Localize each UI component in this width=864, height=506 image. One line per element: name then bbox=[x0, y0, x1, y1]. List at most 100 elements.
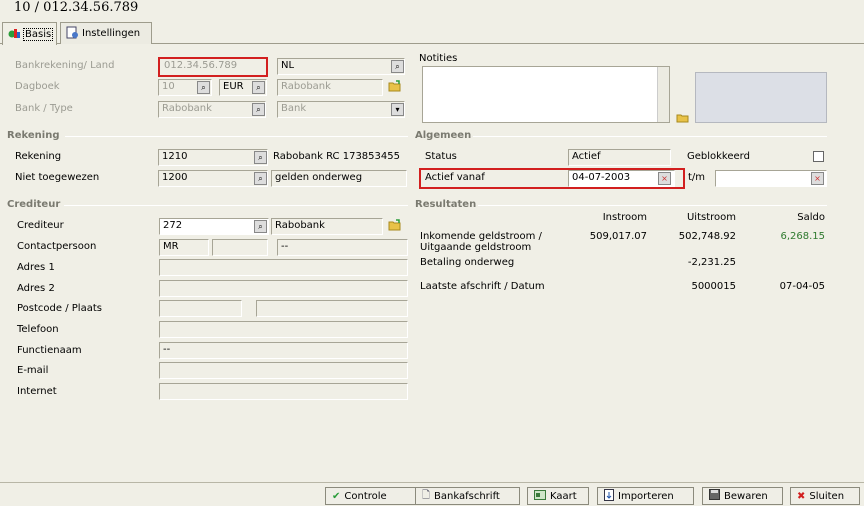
niet-toegewezen-lookup-icon[interactable]: ⌕ bbox=[254, 172, 267, 185]
status-label: Status bbox=[425, 151, 457, 162]
col-saldo-header: Saldo bbox=[797, 212, 825, 223]
crediteur-section-title: Crediteur bbox=[7, 199, 61, 210]
notities-label: Notities bbox=[419, 53, 458, 64]
contact-name-field[interactable]: -- bbox=[277, 239, 408, 256]
geblokkeerd-label: Geblokkeerd bbox=[687, 151, 750, 162]
bank-input[interactable]: Rabobank bbox=[158, 101, 266, 118]
notes-edit-icon[interactable] bbox=[676, 111, 690, 126]
row3-label: Laatste afschrift / Datum bbox=[420, 281, 545, 292]
plaats-field[interactable] bbox=[256, 300, 408, 317]
dagboek-lookup-icon[interactable]: ⌕ bbox=[197, 81, 210, 94]
bankrekening-input[interactable]: 012.34.56.789 bbox=[161, 59, 265, 76]
actief-vanaf-label: Actief vanaf bbox=[425, 172, 485, 183]
check-icon: ✔ bbox=[332, 490, 341, 502]
functienaam-field[interactable]: -- bbox=[159, 342, 408, 359]
telefoon-field[interactable] bbox=[159, 321, 408, 338]
close-icon: ✖ bbox=[797, 490, 806, 502]
crediteur-input[interactable]: 272 bbox=[159, 218, 269, 235]
chart-pie-icon bbox=[8, 27, 20, 42]
crediteur-name-field: Rabobank bbox=[271, 218, 383, 235]
adres1-field[interactable] bbox=[159, 259, 408, 276]
crediteur-divider bbox=[64, 205, 408, 206]
niet-toegewezen-desc: gelden onderweg bbox=[271, 170, 407, 187]
row3-saldo: 07-04-05 bbox=[779, 281, 825, 292]
adres2-field[interactable] bbox=[159, 280, 408, 297]
bank-type-label: Bank / Type bbox=[15, 103, 73, 114]
niet-toegewezen-label: Niet toegewezen bbox=[15, 172, 100, 183]
resultaten-section-title: Resultaten bbox=[415, 199, 477, 210]
bankafschrift-button-label: Bankafschrift bbox=[434, 490, 500, 502]
row1-saldo: 6,268.15 bbox=[780, 231, 825, 242]
bewaren-button[interactable]: Bewaren bbox=[702, 487, 783, 505]
row3-uitstroom: 5000015 bbox=[691, 281, 736, 292]
importeren-button[interactable]: Importeren bbox=[597, 487, 694, 505]
importeren-button-label: Importeren bbox=[618, 490, 674, 502]
sluiten-button-label: Sluiten bbox=[809, 490, 845, 502]
save-icon bbox=[709, 489, 720, 503]
status-field: Actief bbox=[568, 149, 671, 166]
land-lookup-icon[interactable]: ⌕ bbox=[391, 60, 404, 73]
chevron-down-icon[interactable]: ▾ bbox=[391, 103, 404, 116]
postcode-field[interactable] bbox=[159, 300, 242, 317]
internet-label: Internet bbox=[17, 386, 57, 397]
kaart-button-label: Kaart bbox=[550, 490, 577, 502]
land-input[interactable]: NL bbox=[277, 58, 405, 75]
dagboek-label: Dagboek bbox=[15, 81, 60, 92]
bank-lookup-icon[interactable]: ⌕ bbox=[252, 103, 265, 116]
contact-title-field[interactable]: MR bbox=[159, 239, 209, 256]
geblokkeerd-checkbox[interactable] bbox=[813, 151, 824, 162]
date-picker-icon[interactable]: × bbox=[658, 172, 671, 185]
bottom-divider bbox=[0, 482, 864, 483]
rekening-divider bbox=[65, 136, 408, 137]
postcode-label: Postcode / Plaats bbox=[17, 303, 102, 314]
tm-date-picker-icon[interactable]: × bbox=[811, 172, 824, 185]
type-select[interactable]: Bank bbox=[277, 101, 405, 118]
rekening-input[interactable]: 1210 bbox=[158, 149, 268, 166]
open-folder-icon[interactable] bbox=[388, 79, 402, 96]
tab-instellingen[interactable]: Instellingen bbox=[60, 22, 152, 44]
row1-uitstroom: 502,748.92 bbox=[678, 231, 736, 242]
row1-label-line1: Inkomende geldstroom / bbox=[420, 231, 542, 242]
rekening-label: Rekening bbox=[15, 151, 62, 162]
dagboek-name-field: Rabobank bbox=[277, 79, 383, 96]
crediteur-label: Crediteur bbox=[17, 220, 64, 231]
internet-field[interactable] bbox=[159, 383, 408, 400]
algemeen-section-title: Algemeen bbox=[415, 130, 472, 141]
row2-label: Betaling onderweg bbox=[420, 257, 515, 268]
row2-uitstroom: -2,231.25 bbox=[687, 257, 736, 268]
col-instroom-header: Instroom bbox=[602, 212, 647, 223]
telefoon-label: Telefoon bbox=[17, 324, 59, 335]
resultaten-divider bbox=[478, 205, 827, 206]
col-uitstroom-header: Uitstroom bbox=[686, 212, 736, 223]
bankafschrift-button[interactable]: 🗋 Bankafschrift bbox=[415, 487, 520, 505]
notities-textarea[interactable] bbox=[422, 66, 670, 123]
contactpersoon-label: Contactpersoon bbox=[17, 241, 97, 252]
contact-initials-field[interactable] bbox=[212, 239, 268, 256]
email-label: E-mail bbox=[17, 365, 49, 376]
tab-basis-label: Basis bbox=[23, 27, 54, 41]
bankrekening-label: Bankrekening/ Land bbox=[15, 60, 115, 71]
algemeen-divider bbox=[473, 136, 827, 137]
niet-toegewezen-input[interactable]: 1200 bbox=[158, 170, 268, 187]
sluiten-button[interactable]: ✖ Sluiten bbox=[790, 487, 860, 505]
rekening-section-title: Rekening bbox=[7, 130, 60, 141]
rekening-lookup-icon[interactable]: ⌕ bbox=[254, 151, 267, 164]
row1-instroom: 509,017.07 bbox=[589, 231, 647, 242]
notities-scrollbar[interactable] bbox=[657, 67, 669, 122]
kaart-button[interactable]: Kaart bbox=[527, 487, 589, 505]
crediteur-lookup-icon[interactable]: ⌕ bbox=[254, 220, 267, 233]
currency-lookup-icon[interactable]: ⌕ bbox=[252, 81, 265, 94]
adres2-label: Adres 2 bbox=[17, 283, 55, 294]
settings-document-icon bbox=[66, 26, 79, 42]
import-icon bbox=[604, 488, 614, 504]
tm-label: t/m bbox=[688, 172, 706, 183]
email-field[interactable] bbox=[159, 362, 408, 379]
window-title: 10 / 012.34.56.789 bbox=[14, 0, 139, 15]
controle-button[interactable]: ✔ Controle bbox=[325, 487, 421, 505]
tab-basis[interactable]: Basis bbox=[2, 22, 57, 45]
tab-instellingen-label: Instellingen bbox=[82, 28, 141, 39]
rekening-desc: Rabobank RC 173853455 bbox=[273, 151, 400, 162]
card-icon bbox=[534, 489, 546, 503]
crediteur-open-icon[interactable] bbox=[388, 218, 402, 235]
functienaam-label: Functienaam bbox=[17, 345, 82, 356]
